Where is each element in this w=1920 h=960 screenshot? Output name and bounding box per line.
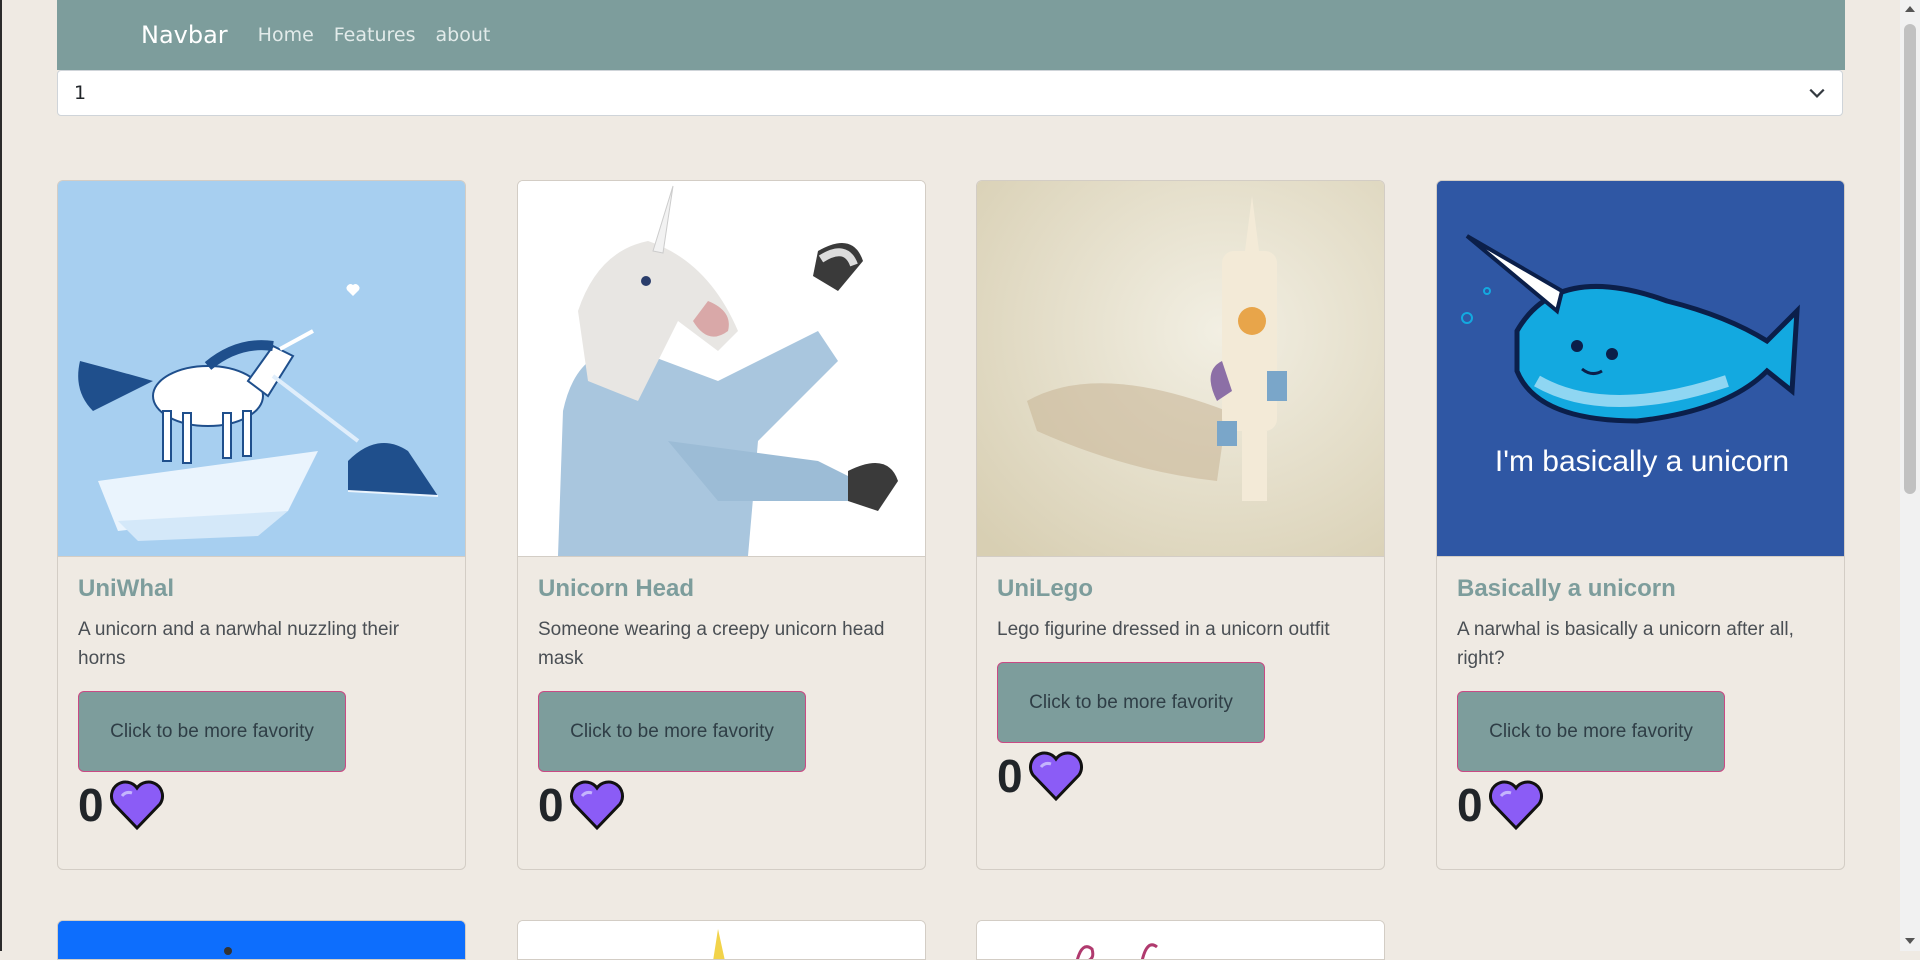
page-select[interactable]: 1 [57,70,1843,116]
card-image-peek [977,921,1384,959]
unicorn-mask-photo [518,181,925,556]
scroll-down-icon[interactable] [1905,938,1915,944]
card-title: UniLego [997,575,1093,602]
favorite-button[interactable]: Click to be more favority [1457,691,1725,772]
card-title: UniWhal [78,575,174,602]
favorite-count-row: 0 [1457,778,1824,832]
card-title: Basically a unicorn [1457,575,1676,602]
favorite-count: 0 [997,750,1023,802]
card-image-uniwhal [58,181,465,557]
card-basically-a-unicorn: I'm basically a unicorn Basically a unic… [1436,180,1845,870]
narwhal-illustration: I'm basically a unicorn [1437,181,1844,556]
favorite-button[interactable]: Click to be more favority [538,691,806,772]
select-value: 1 [74,82,87,104]
nav-link-home[interactable]: Home [258,24,314,46]
nav-link-about[interactable]: about [435,24,490,46]
card-title: Unicorn Head [538,575,695,602]
image-caption: I'm basically a unicorn [1495,445,1789,478]
favorite-count-row: 0 [538,778,905,832]
card-description: A narwhal is basically a unicorn after a… [1457,619,1794,669]
card-image-unicorn-head [518,181,925,557]
heart-icon [109,780,164,831]
heart-icon [1488,780,1543,831]
unicorn-narwhal-illustration [58,181,465,556]
navbar: Navbar Home Features about [57,0,1845,70]
card-unilego: UniLego Lego figurine dressed in a unico… [976,180,1385,870]
card-peek-1 [57,920,466,960]
favorite-button[interactable]: Click to be more favority [78,691,346,772]
favorite-count: 0 [538,779,564,831]
navbar-brand[interactable]: Navbar [141,21,228,49]
card-image-unilego [977,181,1384,557]
favorite-count-row: 0 [997,749,1364,803]
card-image-basically-a-unicorn: I'm basically a unicorn [1437,181,1844,557]
card-uniwhal: UniWhal A unicorn and a narwhal nuzzling… [57,180,466,870]
card-peek-3 [976,920,1385,960]
card-description: Someone wearing a creepy unicorn head ma… [538,619,885,669]
favorite-button[interactable]: Click to be more favority [997,662,1265,743]
favorite-count: 0 [1457,779,1483,831]
card-unicorn-head: Unicorn Head Someone wearing a creepy un… [517,180,926,870]
scrollbar[interactable] [1900,0,1920,951]
heart-icon [1028,751,1083,802]
card-description: A unicorn and a narwhal nuzzling their h… [78,619,400,669]
scrollbar-thumb[interactable] [1904,24,1916,494]
card-description: Lego figurine dressed in a unicorn outfi… [997,619,1330,640]
scroll-up-icon[interactable] [1905,6,1915,12]
nav-link-features[interactable]: Features [334,24,416,46]
favorite-count-row: 0 [78,778,445,832]
chevron-down-icon [1809,88,1825,98]
card-image-peek [518,921,925,959]
heart-icon [569,780,624,831]
card-peek-2 [517,920,926,960]
lego-unicorn-photo [977,181,1384,556]
window-edge [0,0,2,951]
nav-links: Home Features about [248,24,501,46]
card-image-peek [58,921,465,959]
favorite-count: 0 [78,779,104,831]
